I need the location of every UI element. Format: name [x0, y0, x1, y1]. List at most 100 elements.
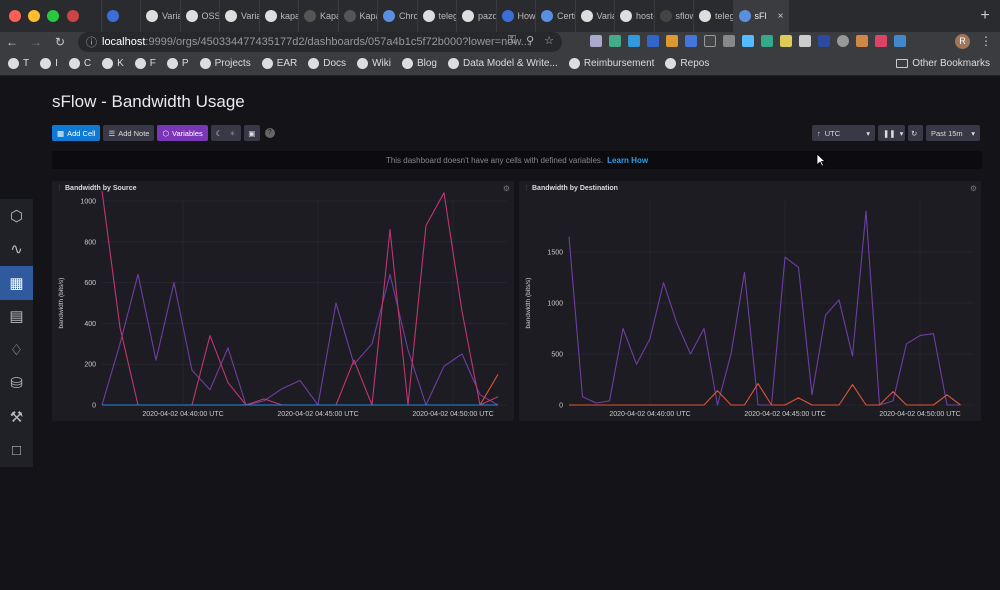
y-axis-label: bandwidth (bits/s): [58, 278, 65, 329]
new-tab-button[interactable]: +: [970, 7, 1000, 25]
browser-tab[interactable]: sFl ×: [733, 0, 789, 32]
bookmark-item[interactable]: EAR: [261, 58, 297, 69]
caret-down-icon: ▾: [971, 128, 975, 138]
bookmark-item[interactable]: Data Model & Write...: [447, 58, 558, 69]
extension-icon[interactable]: [685, 35, 697, 47]
url-input[interactable]: ⓘ localhost:9999/orgs/450334477435177d2/…: [78, 32, 562, 52]
extension-icon[interactable]: [799, 35, 811, 47]
line-chart[interactable]: 0 500 1000 1500 2020-04-02 04:40:00 UTC 2020-…: [519, 181, 981, 421]
browser-tab[interactable]: host-s: [615, 0, 655, 32]
bookmark-item[interactable]: K: [102, 58, 124, 69]
extension-icon[interactable]: [723, 35, 735, 47]
browser-tab[interactable]: [102, 0, 141, 32]
browser-tab[interactable]: Variab: [141, 0, 181, 32]
extension-icon[interactable]: [704, 35, 716, 47]
nav-tasks[interactable]: ▤: [0, 300, 33, 334]
bookmark-item[interactable]: I: [40, 58, 58, 69]
bookmark-item[interactable]: Docs: [308, 58, 346, 69]
extension-icon[interactable]: [761, 35, 773, 47]
browser-tab[interactable]: Variab: [576, 0, 615, 32]
add-note-button[interactable]: ☰ Add Note: [103, 125, 155, 141]
browser-tab[interactable]: Kapac: [299, 0, 339, 32]
extension-icon[interactable]: [780, 35, 792, 47]
series-line-1: [101, 190, 499, 406]
bookmark-item[interactable]: T: [8, 58, 29, 69]
bookmark-star-icon[interactable]: ☆: [544, 34, 554, 47]
url-path: :9999/orgs/450334477435177d2/dashboards/…: [145, 36, 530, 48]
bookmark-item[interactable]: Projects: [199, 58, 251, 69]
browser-menu-icon[interactable]: ⋮: [980, 34, 992, 48]
extension-icon[interactable]: [666, 35, 678, 47]
extension-icon[interactable]: [647, 35, 659, 47]
reload-icon[interactable]: ↻: [48, 35, 72, 49]
bookmark-item[interactable]: Reimbursement: [568, 58, 654, 69]
nav-dashboards[interactable]: ▦: [0, 266, 33, 300]
browser-tab[interactable]: sflow/: [655, 0, 694, 32]
browser-tab[interactable]: telegr: [694, 0, 734, 32]
x-tick-label: 2020-04-02 04:45:00 UTC: [744, 411, 825, 418]
close-tab-icon[interactable]: ×: [778, 11, 784, 22]
browser-tab[interactable]: telegr: [418, 0, 457, 32]
browser-tab[interactable]: Kapac: [339, 0, 378, 32]
bookmark-label: P: [181, 58, 189, 69]
help-icon[interactable]: ?: [264, 128, 275, 138]
autorefresh-dropdown[interactable]: ❚❚ ▾: [878, 125, 905, 141]
nav-settings[interactable]: ⚒: [0, 400, 33, 434]
other-bookmarks[interactable]: Other Bookmarks: [896, 58, 990, 69]
tab-label: sFl: [754, 11, 767, 21]
extension-icon[interactable]: [609, 35, 621, 47]
calendar-icon: ▤: [9, 308, 24, 326]
browser-tab[interactable]: pazde: [457, 0, 497, 32]
theme-toggle[interactable]: ☾ ☀: [210, 125, 241, 141]
refresh-button[interactable]: ↻: [908, 125, 923, 141]
bookmark-item[interactable]: F: [134, 58, 156, 69]
bookmark-item[interactable]: Blog: [401, 58, 437, 69]
line-chart[interactable]: 0 200 400 600 800 1000 2020-04-02 04:40:00 UTC…: [52, 181, 514, 421]
variables-button[interactable]: ⬡ Variables: [157, 125, 208, 141]
nav-alerts[interactable]: ♢: [0, 333, 33, 367]
refresh-icon: ↻: [911, 128, 918, 138]
nav-explore[interactable]: ∿: [0, 233, 33, 267]
extension-icon[interactable]: [818, 35, 830, 47]
bookmark-item[interactable]: C: [68, 58, 91, 69]
browser-tab[interactable]: How t: [497, 0, 536, 32]
profile-avatar[interactable]: R: [955, 34, 970, 49]
learn-how-link[interactable]: Learn How: [607, 156, 648, 165]
forward-icon[interactable]: →: [24, 35, 48, 49]
browser-tab[interactable]: [62, 0, 102, 32]
browser-tab[interactable]: Certifi: [536, 0, 576, 32]
back-icon[interactable]: ←: [0, 35, 24, 49]
zoom-icon[interactable]: ⚲: [526, 34, 534, 47]
maximize-window-button[interactable]: [47, 10, 59, 22]
browser-tab[interactable]: Chron: [378, 0, 418, 32]
tab-favicon-icon: [422, 10, 435, 22]
info-icon[interactable]: ⓘ: [86, 34, 97, 50]
browser-tab[interactable]: kapac: [260, 0, 299, 32]
extension-icon[interactable]: [875, 35, 887, 47]
nav-data-explorer[interactable]: ⬡: [0, 199, 33, 233]
extension-icon[interactable]: [590, 35, 602, 47]
tab-favicon-icon: [343, 10, 356, 22]
minimize-window-button[interactable]: [28, 10, 40, 22]
close-window-button[interactable]: [9, 10, 21, 22]
bookmarks-bar: T I C K F P Projects EAR Docs Wiki Blog Data Model …: [0, 52, 1000, 76]
key-icon[interactable]: ⚿: [508, 34, 516, 47]
add-cell-button[interactable]: ▦ Add Cell: [52, 125, 101, 141]
arrow-up-icon: ↑: [817, 128, 821, 138]
presentation-mode-button[interactable]: ▣: [243, 125, 260, 141]
bookmark-item[interactable]: Repos: [665, 58, 709, 69]
extension-icon[interactable]: [837, 35, 849, 47]
nav-load-data[interactable]: ⛁: [0, 367, 33, 401]
timezone-dropdown[interactable]: ↑ UTC ▾: [812, 125, 875, 141]
extension-icon[interactable]: [742, 35, 754, 47]
bookmark-item[interactable]: P: [166, 58, 189, 69]
extension-icon[interactable]: [628, 35, 640, 47]
tab-favicon-icon: [620, 10, 632, 22]
browser-tab[interactable]: OSS G: [181, 0, 220, 32]
browser-tab[interactable]: Variab: [220, 0, 260, 32]
extension-icon[interactable]: [856, 35, 868, 47]
nav-feedback[interactable]: □: [0, 434, 33, 468]
bookmark-item[interactable]: Wiki: [357, 58, 391, 69]
time-range-dropdown[interactable]: Past 15m ▾: [926, 125, 980, 141]
extension-icon[interactable]: [894, 35, 906, 47]
